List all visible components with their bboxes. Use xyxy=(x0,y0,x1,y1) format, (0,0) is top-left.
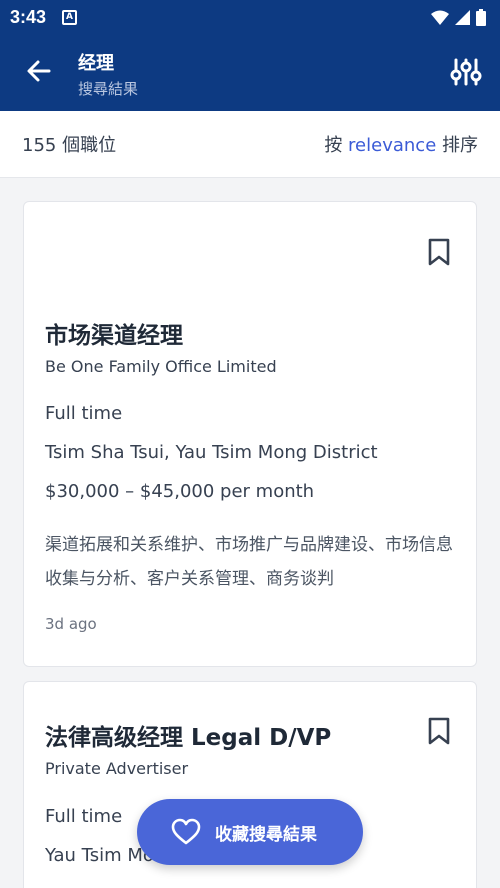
filter-button[interactable] xyxy=(450,56,482,88)
job-teaser: 渠道拓展和关系维护、市场推广与品牌建设、市场信息收集与分析、客户关系管理、商务谈… xyxy=(45,535,453,589)
results-bar: 155 個職位 按 relevance 排序 xyxy=(0,111,500,178)
job-posted-date: 3d ago xyxy=(45,615,97,633)
job-title[interactable]: 市场渠道经理 xyxy=(45,316,183,350)
signal-icon xyxy=(455,9,470,25)
job-location: Tsim Sha Tsui, Yau Tsim Mong District xyxy=(45,442,378,463)
bookmark-icon xyxy=(428,238,450,266)
job-work-type: Full time xyxy=(45,403,123,424)
app-notification-icon: A xyxy=(62,9,78,25)
arrow-left-icon xyxy=(27,60,51,82)
status-time: 3:43 xyxy=(10,6,47,27)
results-count: 155 個職位 xyxy=(22,135,117,156)
job-card[interactable]: 市场渠道经理 Be One Family Office Limited Full… xyxy=(23,201,477,667)
job-title[interactable]: 法律高级经理 Legal D/VP xyxy=(45,718,331,752)
heart-icon xyxy=(171,818,201,845)
job-work-type: Full time xyxy=(45,806,123,827)
save-job-button[interactable] xyxy=(427,716,451,746)
sort-control[interactable]: 按 relevance 排序 xyxy=(324,131,478,157)
wifi-icon xyxy=(431,10,449,25)
page-title: 经理 xyxy=(78,53,114,74)
app-header: 3:43 A 经理 搜尋結果 xyxy=(0,0,500,111)
status-bar: 3:43 A xyxy=(0,0,500,34)
job-company: Be One Family Office Limited xyxy=(45,357,277,376)
save-job-button[interactable] xyxy=(427,237,451,267)
job-salary: $30,000 – $45,000 per month xyxy=(45,481,315,502)
sort-prefix: 按 xyxy=(324,135,343,156)
app-bar: 经理 搜尋結果 xyxy=(0,34,500,111)
bookmark-icon xyxy=(428,717,450,745)
battery-icon xyxy=(476,8,486,26)
save-search-label: 收藏搜尋結果 xyxy=(215,824,317,845)
job-company: Private Advertiser xyxy=(45,759,189,778)
save-search-button[interactable]: 收藏搜尋結果 xyxy=(137,799,363,865)
back-button[interactable] xyxy=(22,54,56,88)
sliders-icon xyxy=(450,58,482,86)
sort-key-link[interactable]: relevance xyxy=(348,135,436,156)
sort-suffix: 排序 xyxy=(442,135,478,156)
status-icons xyxy=(431,8,486,26)
page-subtitle: 搜尋結果 xyxy=(78,80,139,98)
